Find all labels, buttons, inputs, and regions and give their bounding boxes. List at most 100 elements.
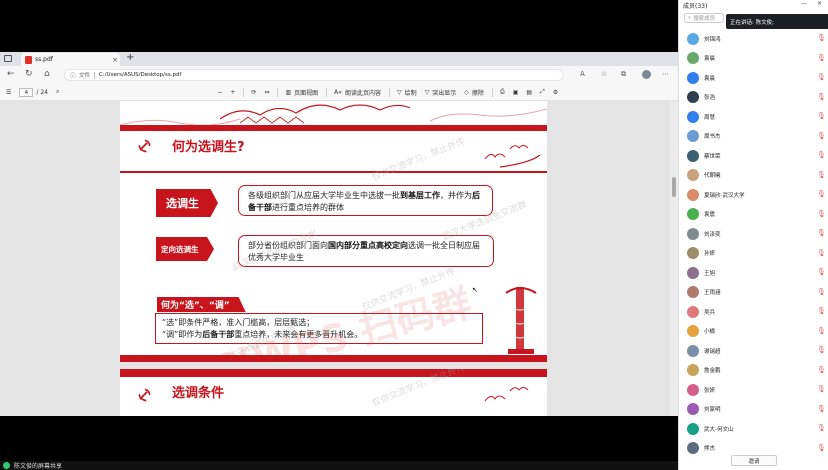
screen: ss.pdf × + ← ↻ ⌂ ⓘ 文件 C:/Users/ASUS/Desk… [0, 0, 828, 470]
list-item[interactable]: 孙妍 🎙 [679, 244, 828, 264]
save-icon[interactable]: ▣ [513, 89, 519, 96]
settings-icon[interactable]: ⚙ [553, 89, 558, 96]
mic-muted-icon: 🎙 [817, 346, 826, 354]
pdf-icon [25, 55, 32, 64]
zoom-out-button[interactable]: − [217, 89, 222, 96]
list-item[interactable]: 王旭 🎙 [679, 263, 828, 283]
info-icon[interactable]: ⓘ [70, 71, 76, 80]
list-item[interactable]: 周慧 🎙 [679, 107, 828, 127]
page-view-button[interactable]: ▥ 页面视图 [285, 88, 318, 97]
back-icon[interactable]: ← [7, 69, 15, 79]
home-icon[interactable]: ⌂ [44, 69, 50, 79]
label-xuandiaosheng: 选调生 [156, 189, 218, 217]
list-item[interactable]: 袁晨 🎙 [679, 68, 828, 88]
highlight-button[interactable]: ▽ 突出显示 [425, 88, 457, 97]
print-icon[interactable]: ⎙ [500, 88, 505, 96]
list-item[interactable]: 代朝曦 🎙 [679, 166, 828, 186]
pdf-scrollbar[interactable] [670, 101, 678, 416]
zoom-in-button[interactable]: + [230, 89, 235, 96]
member-name: 张妍 [704, 387, 716, 394]
birds-decoration [484, 387, 529, 402]
collections-icon[interactable]: ⧉ [621, 70, 626, 79]
save-as-icon[interactable]: ▤ [526, 89, 532, 96]
close-icon[interactable]: × [110, 56, 120, 64]
mic-muted-icon: 🎙 [817, 385, 826, 393]
mic-muted-icon: 🎙 [817, 73, 826, 81]
mic-muted-icon: 🎙 [817, 424, 826, 432]
def1-text-b: ，并作为 [440, 191, 472, 200]
mic-muted-icon: 🎙 [817, 209, 826, 218]
avatar [687, 169, 699, 182]
favorite-icon[interactable]: ☆ [601, 70, 607, 78]
screen-share-label: 陈文俊的屏幕共享 [14, 463, 63, 470]
list-item[interactable]: 詹金鹏 🎙 [679, 361, 828, 381]
erase-button[interactable]: ◇ 擦除 [464, 88, 484, 97]
slide2-title: 选调条件 [172, 386, 225, 401]
sub-line-1: “选”即条件严格，准入门槛高，层层甄选； [162, 318, 315, 327]
list-item[interactable]: 夏瑞欣-武汉大学 🎙 [679, 185, 828, 205]
sub-line-2-b: 重点培养，未来会有更多晋升机会。 [234, 330, 363, 339]
list-item[interactable]: 袁震 🎙 [679, 205, 828, 225]
draw-button[interactable]: ▽ 绘制 [397, 88, 417, 97]
avatar [687, 344, 699, 357]
mic-muted-icon: 🎙 [817, 92, 826, 101]
sub-line-2: “调”即作为后备干部重点培养，未来会有更多晋升机会。 [162, 329, 476, 341]
def2-text-a: 部分省份组织部门面向 [248, 241, 328, 250]
list-item[interactable]: 刘家明 🎙 [679, 400, 828, 420]
member-list: 刘锦鸿 🎙 袁晨 🎙 袁晨 🎙 张浩 🎙 周慧 🎙 周书杰 🎙 蔡世荣 🎙 代朝曦 🎙 夏瑞欣-武汉大学 🎙 袁震 🎙… [679, 29, 828, 458]
sub-line-2-bold: 后备干部 [202, 330, 235, 339]
avatar [687, 110, 699, 123]
profile-avatar[interactable] [642, 70, 651, 79]
browser-window: ss.pdf × + ← ↻ ⌂ ⓘ 文件 C:/Users/ASUS/Desk… [0, 52, 678, 416]
share-status-icon [3, 462, 10, 469]
read-aloud-button[interactable]: A» 朗读此页内容 [334, 88, 381, 97]
read-aloud-icon: A» [334, 88, 342, 96]
contents-icon[interactable]: ☰ [6, 89, 11, 96]
list-item[interactable]: 小橘 🎙 [679, 322, 828, 342]
label-dingxiang: 定向选调生 [156, 237, 214, 261]
rotate-icon[interactable]: ⟳ [251, 89, 256, 96]
avatar [687, 91, 699, 104]
fullscreen-icon[interactable]: ⤢ [540, 88, 545, 96]
member-name: 刘家明 [704, 407, 721, 414]
list-item[interactable]: 刘泽奕 🎙 [679, 224, 828, 244]
list-item[interactable]: 王雨涵 🎙 [679, 283, 828, 303]
page-number-input[interactable]: 4 [19, 87, 34, 97]
search-placeholder: 搜索成员 [693, 16, 716, 22]
mic-muted-icon: 🎙 [817, 287, 826, 296]
list-item[interactable]: 刘锦鸿 🎙 [679, 29, 828, 49]
avatar [687, 383, 699, 396]
list-item[interactable]: 袁晨 🎙 [679, 49, 828, 69]
invite-button[interactable]: 邀请 [731, 455, 777, 466]
slide-what-is: 何为选调生? 选调生 各级组织部门从应届大学毕业生中选拔一批到基层工作，并作为后… [120, 101, 547, 362]
member-search-input[interactable]: ⌕ 搜索成员 [684, 13, 724, 23]
bottom-band [120, 355, 547, 362]
more-icon[interactable]: ⋯ [662, 70, 669, 78]
list-item[interactable]: 张妍 🎙 [679, 380, 828, 400]
list-item[interactable]: 张浩 🎙 [679, 88, 828, 108]
fit-page-icon[interactable]: ⇔ [264, 89, 269, 96]
new-tab-icon[interactable]: + [126, 52, 134, 63]
url-field[interactable]: ⓘ 文件 C:/Users/ASUS/Desktop/ss.pdf [64, 69, 564, 81]
pdf-viewer[interactable]: 何为选调生? 选调生 各级组织部门从应届大学毕业生中选拔一批到基层工作，并作为后… [0, 101, 678, 416]
tab-pdf[interactable]: ss.pdf × [21, 53, 120, 66]
list-item[interactable]: 武大-何文山 🎙 [679, 419, 828, 439]
great-wall-decoration [120, 104, 547, 125]
search-icon[interactable]: ⌕ [56, 88, 59, 96]
refresh-icon[interactable]: ↻ [25, 69, 33, 79]
window-menu-icon[interactable] [4, 55, 12, 62]
avatar [687, 208, 699, 221]
scrollbar-thumb[interactable] [672, 177, 676, 197]
close-icon[interactable]: ✕ [817, 0, 822, 7]
tab-title: ss.pdf [35, 56, 53, 63]
definition-dingxiang: 部分省份组织部门面向国内部分重点高校定向选调一批全日制应届优秀大学毕业生 [238, 235, 494, 267]
list-item[interactable]: 谢瑞超 🎙 [679, 341, 828, 361]
minimize-icon[interactable]: — [801, 0, 807, 7]
erase-label: 擦除 [471, 89, 484, 97]
list-item[interactable]: 蔡世荣 🎙 [679, 146, 828, 166]
toolbar-divider [277, 87, 279, 97]
list-item[interactable]: 周书杰 🎙 [679, 127, 828, 147]
avatar [687, 422, 699, 435]
list-item[interactable]: 吴兵 🎙 [679, 302, 828, 322]
read-aloud-icon[interactable]: A [580, 70, 585, 78]
